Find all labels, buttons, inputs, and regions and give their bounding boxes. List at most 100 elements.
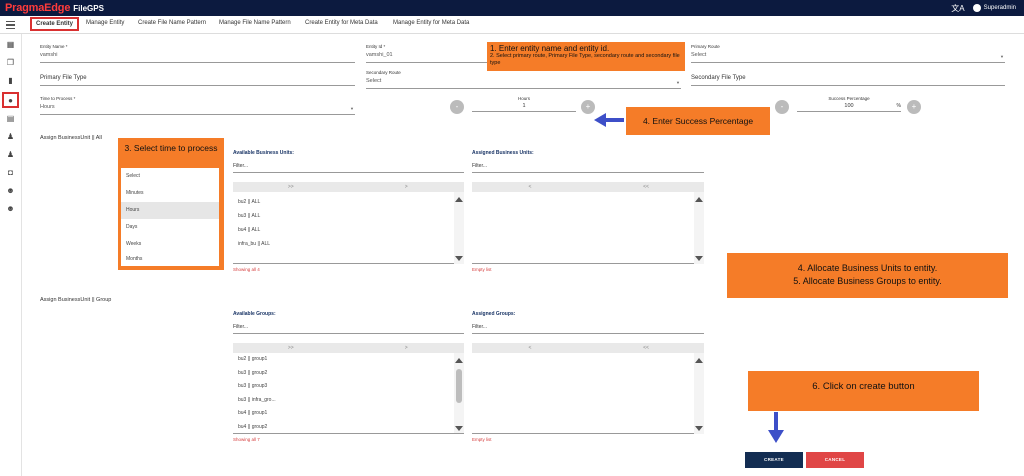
scroll-up-icon[interactable] (695, 358, 703, 363)
assigned-bu-list (472, 192, 704, 264)
tab-manage-entity-meta-data[interactable]: Manage Entity for Meta Data (393, 20, 469, 26)
scrollbar[interactable] (694, 353, 704, 434)
settings-icon[interactable]: ◘ (6, 168, 15, 177)
assigned-bu-footer: Empty list (472, 267, 492, 272)
primary-file-type-input[interactable]: Primary File Type (40, 75, 355, 86)
time-to-process-select[interactable]: Hours ▼ (40, 104, 355, 115)
list-item[interactable]: bu2 || ALL (233, 196, 464, 210)
time-option[interactable]: Minutes (121, 185, 219, 202)
menu-icon[interactable] (6, 21, 15, 29)
primary-route-field[interactable]: Primary Route Select ▼ (691, 44, 1005, 63)
move-all-right-button[interactable]: >> (233, 182, 349, 192)
assigned-bu-move-buttons: < << (472, 182, 704, 192)
user-settings-icon[interactable]: ☻ (6, 186, 15, 195)
move-all-left-button[interactable]: << (588, 343, 704, 353)
tab-create-entity-meta-data[interactable]: Create Entity for Meta Data (305, 20, 378, 26)
time-option[interactable]: Select (121, 168, 219, 185)
available-bu-filter-input[interactable]: Filter... (233, 163, 464, 173)
account-icon (972, 4, 981, 12)
available-groups-move-buttons: >> > (233, 343, 464, 353)
list-item[interactable]: infra_bu || ALL (233, 238, 464, 252)
list-item[interactable]: bu3 || ALL (233, 210, 464, 224)
available-groups-list: bu2 || group1 bu3 || group2 bu3 || group… (233, 353, 464, 434)
move-left-button[interactable]: < (472, 343, 588, 353)
list-item[interactable]: bu4 || group1 (233, 407, 464, 421)
brand-logo: PragmaEdge (5, 2, 71, 14)
scroll-thumb[interactable] (456, 369, 462, 403)
files-icon[interactable]: ❐ (6, 58, 15, 67)
scroll-down-icon[interactable] (455, 256, 463, 261)
caret-down-icon: ▼ (350, 106, 354, 111)
app-name: FileGPS (73, 3, 104, 13)
time-option[interactable]: Months (121, 253, 219, 265)
scroll-up-icon[interactable] (455, 197, 463, 202)
move-all-right-button[interactable]: >> (233, 343, 349, 353)
hours-increment-button[interactable]: + (581, 100, 595, 114)
scrollbar[interactable] (454, 192, 464, 264)
scroll-down-icon[interactable] (455, 426, 463, 431)
available-groups-filter-input[interactable]: Filter... (233, 324, 464, 334)
time-option[interactable]: Weeks (121, 236, 219, 253)
tab-manage-file-name-pattern[interactable]: Manage File Name Pattern (219, 20, 291, 26)
entity-icon[interactable]: ● (2, 92, 19, 108)
scrollbar[interactable] (694, 192, 704, 264)
primary-route-label: Primary Route (691, 44, 720, 49)
user-menu[interactable]: Superadmin (972, 4, 1016, 12)
entity-name-field[interactable]: Entity Name * vamshi (40, 44, 355, 63)
scrollbar[interactable] (454, 353, 464, 433)
list-item[interactable]: bu2 || group1 (233, 353, 464, 367)
group-icon[interactable]: ☻ (6, 204, 15, 213)
time-option[interactable]: Days (121, 219, 219, 236)
move-right-button[interactable]: > (349, 182, 465, 192)
entity-name-input[interactable]: vamshi (40, 52, 355, 63)
list-item[interactable]: bu3 || group3 (233, 380, 464, 394)
secondary-file-type-field[interactable]: Secondary File Type (691, 75, 1005, 86)
scroll-up-icon[interactable] (695, 197, 703, 202)
cancel-button[interactable]: CANCEL (806, 452, 864, 468)
bell-icon[interactable]: ♟ (6, 132, 15, 141)
hours-field[interactable]: Hours 1 (472, 96, 576, 112)
tab-create-entity[interactable]: Create Entity (30, 17, 80, 31)
create-button[interactable]: CREATE (745, 452, 803, 468)
secondary-route-field[interactable]: Secondary Route Select ▼ (366, 70, 681, 89)
move-left-button[interactable]: < (472, 182, 588, 192)
move-right-button[interactable]: > (349, 343, 465, 353)
hours-input[interactable]: 1 (472, 103, 576, 112)
callout-step-5-text: 5. Allocate Business Groups to entity. (793, 276, 942, 286)
time-to-process-label: Time to Process * (40, 96, 76, 101)
secondary-route-select[interactable]: Select ▼ (366, 78, 681, 89)
translate-icon[interactable]: 文A (951, 3, 964, 14)
scroll-up-icon[interactable] (455, 358, 463, 363)
assigned-bu-filter-input[interactable]: Filter... (472, 163, 704, 173)
list-item[interactable]: bu4 || group2 (233, 421, 464, 434)
tab-create-file-name-pattern[interactable]: Create File Name Pattern (138, 20, 206, 26)
hours-decrement-button[interactable]: - (450, 100, 464, 114)
list-item[interactable]: bu3 || group2 (233, 367, 464, 381)
alert-icon[interactable]: ♟ (6, 150, 15, 159)
time-option-selected[interactable]: Hours (121, 202, 219, 219)
primary-route-select[interactable]: Select ▼ (691, 52, 1005, 63)
list-item[interactable]: bu3 || infra_gro... (233, 394, 464, 408)
callout-step-6-create: 6. Click on create button (748, 371, 979, 411)
callout-step-4-5-allocate: 4. Allocate Business Units to entity. 5.… (727, 253, 1008, 298)
available-bu-title: Available Business Units: (233, 150, 294, 156)
scroll-down-icon[interactable] (695, 426, 703, 431)
available-business-units-panel: Available Business Units: Filter... >> >… (233, 150, 464, 272)
secondary-file-type-input[interactable]: Secondary File Type (691, 75, 1005, 86)
primary-file-type-field[interactable]: Primary File Type (40, 75, 355, 86)
success-percentage-input[interactable]: 100% (797, 103, 901, 112)
assigned-groups-filter-input[interactable]: Filter... (472, 324, 704, 334)
chart-icon[interactable]: ▮ (6, 76, 15, 85)
tab-manage-entity[interactable]: Manage Entity (86, 20, 124, 26)
move-all-left-button[interactable]: << (588, 182, 704, 192)
percentage-decrement-button[interactable]: - (775, 100, 789, 114)
list-item[interactable]: bu4 || ALL (233, 224, 464, 238)
dashboard-icon[interactable]: ▦ (6, 40, 15, 49)
percent-unit: % (896, 103, 901, 109)
document-icon[interactable]: ▤ (6, 114, 15, 123)
time-to-process-field[interactable]: Time to Process * Hours ▼ (40, 96, 355, 115)
percentage-increment-button[interactable]: + (907, 100, 921, 114)
scroll-down-icon[interactable] (695, 256, 703, 261)
primary-route-value: Select (691, 52, 707, 58)
success-percentage-field[interactable]: Success Percentage 100% (797, 96, 901, 112)
